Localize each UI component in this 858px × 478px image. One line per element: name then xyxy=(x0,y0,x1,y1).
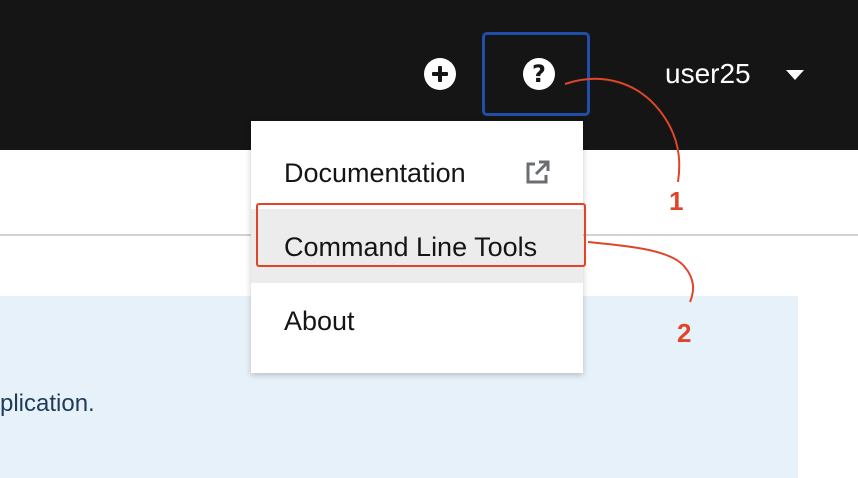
menu-item-documentation[interactable]: Documentation xyxy=(251,135,583,209)
help-button[interactable]: ? xyxy=(482,32,590,116)
annotation-step-1: 1 xyxy=(669,186,684,216)
menu-item-about[interactable]: About xyxy=(251,283,583,357)
external-link-icon xyxy=(526,160,550,184)
user-menu-toggle[interactable]: user25 xyxy=(665,56,751,92)
highlight-box xyxy=(256,203,586,267)
alert-text: plication. xyxy=(0,390,95,417)
caret-down-icon[interactable] xyxy=(786,70,804,80)
question-circle-icon: ? xyxy=(523,58,555,90)
menu-item-label: About xyxy=(284,306,355,336)
menu-item-label: Documentation xyxy=(284,158,466,188)
add-button[interactable] xyxy=(424,58,456,90)
annotation-step-2: 2 xyxy=(677,318,692,348)
